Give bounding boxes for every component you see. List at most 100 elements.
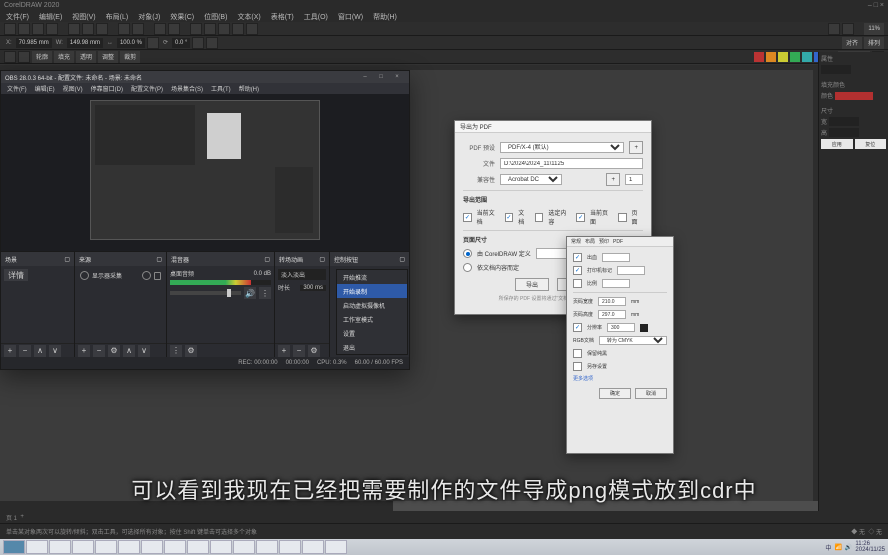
dock-popout-icon[interactable]: ▢	[264, 256, 270, 263]
menu-table[interactable]: 表格(T)	[271, 12, 294, 22]
grid-toggle-icon[interactable]	[204, 23, 216, 35]
dock-popout-icon[interactable]: ▢	[399, 256, 405, 263]
menu-object[interactable]: 对象(J)	[138, 12, 160, 22]
tray-wifi-icon[interactable]: 📶	[834, 544, 841, 551]
dynamic-guides-icon[interactable]	[232, 23, 244, 35]
rgb-mode-select[interactable]: 转为 CMYK	[599, 336, 667, 345]
source-add-icon[interactable]: +	[78, 345, 90, 357]
obs-controls-menu[interactable]: 开始推流 开始录制 启动虚拟摄像机 工作室模式 设置 退出	[336, 269, 408, 355]
app-menubar[interactable]: 文件(F) 编辑(E) 视图(V) 布局(L) 对象(J) 效果(C) 位图(B…	[0, 11, 888, 22]
ctrl-start-streaming[interactable]: 开始推流	[337, 270, 407, 284]
range-doc-cb[interactable]	[505, 213, 514, 222]
scene-down-icon[interactable]: ∨	[49, 345, 61, 357]
obs-maximize-icon[interactable]: □	[373, 74, 389, 80]
bleed-cb[interactable]	[573, 253, 582, 262]
status-fill[interactable]: ◆ 无	[851, 527, 865, 536]
arrange-button[interactable]: 排列	[864, 37, 884, 49]
menu-effects[interactable]: 效果(C)	[170, 12, 194, 22]
transition-select[interactable]: 淡入淡出	[278, 269, 326, 280]
taskbar-app[interactable]	[256, 540, 278, 554]
save-icon[interactable]	[32, 23, 44, 35]
scale-field[interactable]	[602, 279, 630, 288]
system-tray[interactable]: 中 📶 🔊 11:262024/11/25	[825, 541, 885, 553]
tab-pdf[interactable]: PDF	[613, 239, 623, 245]
lock-icon[interactable]	[154, 272, 161, 280]
standard-toolbar[interactable]: 11%	[0, 22, 888, 36]
page-h-field[interactable]	[598, 310, 626, 319]
export-settings-dialog[interactable]: 常规 布局 预印 PDF 出血 打印机标记 比例 页码宽度 mm 页码高度	[566, 236, 674, 454]
compat-select[interactable]: Acrobat DC	[500, 174, 562, 185]
menu-window[interactable]: 窗口(W)	[338, 12, 363, 22]
prop-name-field[interactable]	[821, 65, 851, 74]
mixer-gear-icon[interactable]: ⋮	[259, 287, 271, 299]
taskbar-app[interactable]	[302, 540, 324, 554]
obs-dock-scenes[interactable]: 场景 ▢ 详情 + − ∧ ∨	[1, 252, 75, 357]
mixer-menu-icon[interactable]: ⋮	[170, 345, 182, 357]
obs-preview[interactable]	[1, 94, 409, 251]
mirror-v-icon[interactable]	[206, 37, 218, 49]
obs-menu-profile[interactable]: 配置文件(P)	[131, 84, 163, 93]
copy-icon[interactable]	[82, 23, 94, 35]
taskbar-search-icon[interactable]	[26, 540, 48, 554]
black-cb[interactable]	[573, 349, 582, 358]
taskbar-app[interactable]	[187, 540, 209, 554]
source-remove-icon[interactable]: −	[93, 345, 105, 357]
page-tab-1[interactable]: 页 1	[6, 513, 17, 522]
scene-remove-icon[interactable]: −	[19, 345, 31, 357]
range-sel-cb[interactable]	[535, 213, 544, 222]
swatch-green[interactable]	[790, 52, 800, 62]
page-w-field[interactable]	[598, 297, 626, 306]
swatch-red[interactable]	[754, 52, 764, 62]
cut-icon[interactable]	[68, 23, 80, 35]
range-curpage-cb[interactable]	[576, 213, 585, 222]
dpi-field[interactable]	[607, 323, 635, 332]
volume-slider[interactable]	[170, 291, 241, 295]
dock-popout-icon[interactable]: ▢	[319, 256, 325, 263]
document-tabs[interactable]: 页 1 +	[0, 511, 888, 523]
launch-icon[interactable]	[828, 23, 840, 35]
fill-color-swatch[interactable]	[835, 92, 873, 100]
swatch-cyan[interactable]	[802, 52, 812, 62]
taskbar-app[interactable]	[279, 540, 301, 554]
print-icon[interactable]	[46, 23, 58, 35]
status-outline[interactable]: ◇ 无	[868, 527, 882, 536]
save-settings-cb[interactable]	[573, 362, 582, 371]
add-page-tab[interactable]: +	[20, 514, 24, 520]
preset-select[interactable]: PDF/X-4 (默认)	[500, 142, 624, 153]
open-icon[interactable]	[18, 23, 30, 35]
source-row[interactable]: 显示器采集	[78, 269, 163, 282]
taskbar-app[interactable]	[72, 540, 94, 554]
ctrl-studio-mode[interactable]: 工作室模式	[337, 312, 407, 326]
property-bar[interactable]: X: 70.985 mm W: 149.98 mm ↔ 100.0 % ⟳ 0.…	[0, 36, 888, 50]
taskbar-app[interactable]	[141, 540, 163, 554]
taskbar-app[interactable]	[118, 540, 140, 554]
scene-up-icon[interactable]: ∧	[34, 345, 46, 357]
taskbar-start-icon[interactable]	[3, 540, 25, 554]
taskbar-app[interactable]	[210, 540, 232, 554]
ctrl-start-recording[interactable]: 开始录制	[337, 284, 407, 298]
taskbar-app[interactable]	[95, 540, 117, 554]
size-h-field[interactable]	[829, 128, 859, 137]
rotation-field[interactable]: 0.0 °	[172, 38, 190, 48]
command-bar[interactable]: 轮廓 填充 透明 调整 裁剪 更多配色	[0, 50, 888, 64]
page-count-field[interactable]	[625, 174, 643, 185]
obs-menu-tools[interactable]: 工具(T)	[211, 84, 231, 93]
fill-button[interactable]: 填充	[54, 51, 74, 63]
range-page-cb[interactable]	[618, 213, 627, 222]
more-options-link[interactable]: 更多选项	[573, 375, 593, 382]
swatch-orange[interactable]	[766, 52, 776, 62]
import-icon[interactable]	[154, 23, 166, 35]
add-page-button[interactable]: +	[606, 173, 620, 186]
eye-icon[interactable]	[142, 271, 151, 280]
pick-tool-icon[interactable]	[4, 51, 16, 63]
menu-tools[interactable]: 工具(O)	[304, 12, 328, 22]
ctrl-virtual-cam[interactable]: 启动虚拟摄像机	[337, 298, 407, 312]
align-guides-icon[interactable]	[246, 23, 258, 35]
obs-dock-mixer[interactable]: 混音器 ▢ 桌面音频 0.0 dB 🔊 ⋮ ⋮ ⚙	[167, 252, 275, 357]
obs-menu-view[interactable]: 视图(V)	[63, 84, 83, 93]
ctrl-settings[interactable]: 设置	[337, 326, 407, 340]
settings-tabs[interactable]: 常规 布局 预印 PDF	[567, 237, 673, 247]
paste-icon[interactable]	[96, 23, 108, 35]
export-button[interactable]: 导出	[515, 278, 549, 291]
reset-button[interactable]: 复位	[855, 139, 887, 149]
